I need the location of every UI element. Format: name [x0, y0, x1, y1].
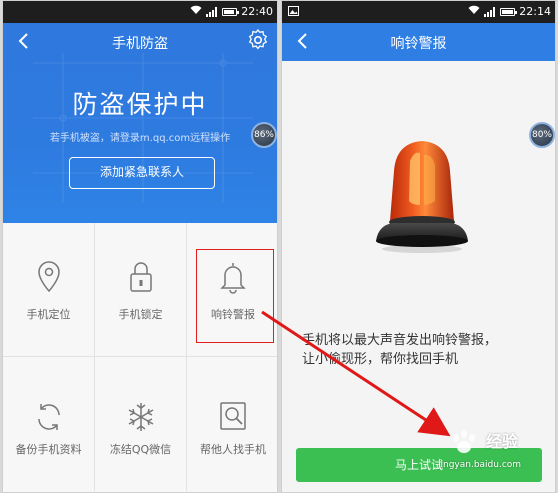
- feature-tile-locate[interactable]: 手机定位: [3, 223, 95, 357]
- top-nav: 响铃警报: [282, 23, 555, 61]
- page-title: 手机防盗: [112, 36, 168, 52]
- memory-usage-badge[interactable]: 86%: [251, 122, 277, 148]
- screenshot-root: 22:40 手机防盗 防盗保护中 若手机被盗，请登录m.qq.com远程操作 添…: [0, 0, 558, 493]
- paw-logo-icon: [453, 430, 475, 453]
- feature-tile-freeze[interactable]: 冻结QQ微信: [95, 357, 187, 491]
- feature-label: 帮他人找手机: [200, 443, 266, 456]
- memory-usage-badge[interactable]: 80%: [529, 122, 555, 148]
- watermark-url: jingyan.baidu.com: [438, 460, 522, 470]
- magnifier-icon: [217, 399, 249, 435]
- image-notification-icon: [288, 6, 299, 19]
- description-line: 让小偷现形，帮你找回手机: [302, 352, 459, 367]
- protection-hero: 手机防盗 防盗保护中 若手机被盗，请登录m.qq.com远程操作 添加紧急联系人…: [3, 23, 277, 223]
- feature-tile-backup[interactable]: 备份手机资料: [3, 357, 95, 491]
- signal-icon: [206, 6, 218, 17]
- signal-icon: [484, 6, 496, 17]
- page-title: 响铃警报: [390, 36, 447, 52]
- sync-icon: [33, 399, 65, 435]
- top-nav: 手机防盗: [3, 23, 277, 61]
- feature-label: 冻结QQ微信: [109, 443, 172, 456]
- status-time: 22:14: [519, 5, 551, 18]
- remote-hint-text: 若手机被盗，请登录m.qq.com远程操作: [49, 133, 231, 144]
- right-phone-screen: 22:14 响铃警报 80% 手机将以最大声音发出响铃警报， 让小偷现形，帮你找…: [281, 0, 556, 493]
- left-phone-screen: 22:40 手机防盗 防盗保护中 若手机被盗，请登录m.qq.com远程操作 添…: [2, 0, 278, 493]
- padlock-icon: [125, 259, 157, 295]
- status-bar: 22:14: [282, 1, 555, 23]
- settings-gear-icon[interactable]: [247, 28, 269, 51]
- protection-status-title: 防盗保护中: [72, 90, 208, 119]
- status-bar: 22:40: [3, 1, 277, 23]
- watermark-brand: 经验: [486, 432, 519, 451]
- wifi-icon: [468, 5, 480, 18]
- siren-illustration: [362, 121, 482, 281]
- battery-icon: [222, 7, 240, 16]
- feature-label: 手机锁定: [118, 308, 163, 321]
- feature-tile-lock[interactable]: 手机锁定: [95, 223, 187, 357]
- status-time: 22:40: [241, 5, 273, 18]
- location-pin-icon: [33, 259, 65, 295]
- battery-icon: [500, 7, 518, 16]
- alarm-description: 手机将以最大声音发出响铃警报， 让小偷现形，帮你找回手机: [302, 331, 542, 369]
- description-line: 手机将以最大声音发出响铃警报，: [302, 333, 498, 348]
- feature-label: 手机定位: [26, 308, 71, 321]
- feature-label: 备份手机资料: [15, 443, 82, 456]
- watermark: 经验 jingyan.baidu.com: [438, 428, 556, 478]
- annotation-highlight-box: [196, 249, 274, 343]
- add-emergency-contact-button[interactable]: 添加紧急联系人: [69, 157, 215, 189]
- feature-tile-find-others[interactable]: 帮他人找手机: [187, 357, 277, 491]
- wifi-icon: [190, 5, 202, 18]
- snowflake-icon: [125, 399, 157, 435]
